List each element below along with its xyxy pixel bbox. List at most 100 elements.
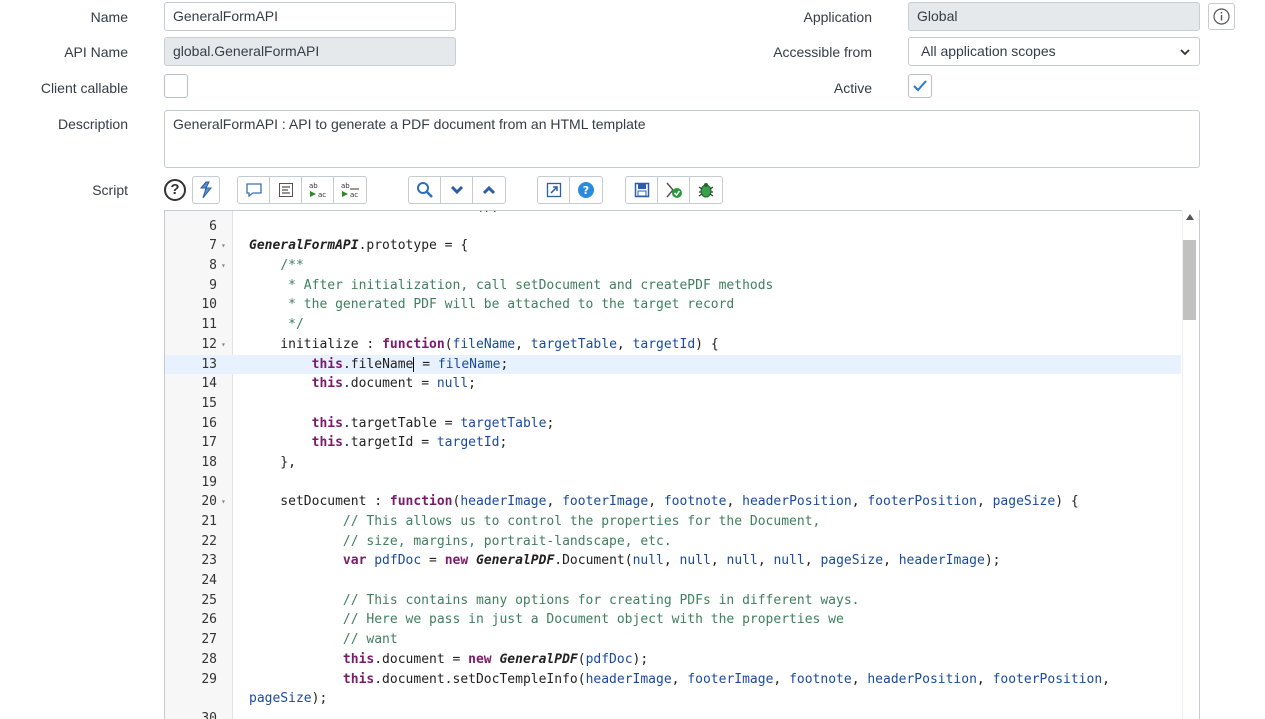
code-lines: 5 ();67▾GeneralFormAPI.prototype = {8▾ /… — [165, 211, 1181, 719]
search-button[interactable] — [409, 177, 441, 203]
api-name-label: API Name — [64, 44, 128, 60]
code-line[interactable]: 30 — [165, 709, 1181, 719]
description-label: Description — [57, 116, 128, 132]
line-number: 12 — [201, 336, 217, 352]
script-help-icon[interactable]: ? — [164, 179, 186, 201]
code-text: }, — [249, 454, 296, 470]
replace-icon: ab ac — [309, 182, 326, 199]
code-line[interactable]: 5 (); — [165, 211, 1181, 217]
code-text: (); — [249, 211, 499, 217]
line-number: 8 — [209, 258, 217, 274]
code-text: this.document.setDocTempleInfo(headerIma… — [342, 671, 1110, 687]
checkmark-icon — [913, 80, 927, 92]
fullscreen-icon — [546, 182, 561, 198]
line-number: 6 — [209, 218, 217, 234]
code-line[interactable]: 21 // This allows us to control the prop… — [165, 512, 1181, 532]
line-number: 23 — [201, 553, 217, 569]
code-line[interactable]: 19 — [165, 473, 1181, 493]
script-include-button[interactable] — [192, 176, 220, 204]
accessible-from-label: Accessible from — [773, 44, 872, 60]
find-previous-button[interactable] — [473, 177, 505, 203]
line-number: 20 — [201, 494, 217, 510]
code-text: this.document = null; — [311, 376, 476, 392]
svg-text:?: ? — [583, 184, 589, 197]
code-text: pageSize); — [249, 691, 328, 707]
code-line[interactable]: 28 this.document = new GeneralPDF(pdfDoc… — [165, 650, 1181, 670]
line-number: 9 — [209, 277, 217, 293]
save-button[interactable] — [626, 177, 658, 203]
fold-arrow-icon[interactable]: ▾ — [221, 256, 226, 276]
toggle-comment-button[interactable] — [238, 177, 270, 203]
code-text: /** — [280, 258, 304, 274]
client-callable-checkbox[interactable] — [164, 74, 188, 98]
application-label: Application — [803, 9, 873, 25]
line-number: 22 — [201, 533, 217, 549]
find-next-button[interactable] — [441, 177, 473, 203]
toolbar-group-search — [408, 176, 506, 204]
scrollbar-thumb[interactable] — [1183, 240, 1196, 320]
fullscreen-button[interactable] — [538, 177, 570, 203]
replace-all-icon: ab ac — [341, 182, 359, 199]
svg-text:ab: ab — [341, 182, 350, 190]
code-line[interactable]: 13 this.fileName = fileName; — [165, 354, 1181, 375]
code-line[interactable]: 12 ▾ initialize : function(fileName, targ… — [165, 335, 1181, 355]
scroll-up-arrow-icon[interactable] — [1186, 214, 1194, 220]
script-editor[interactable]: 5 ();67▾GeneralFormAPI.prototype = {8▾ /… — [164, 210, 1200, 719]
code-line[interactable]: 9 * After initialization, call setDocume… — [165, 276, 1181, 296]
replace-button[interactable]: ab ac — [302, 177, 334, 203]
save-icon — [634, 182, 649, 198]
active-checkbox[interactable] — [908, 74, 932, 98]
code-line[interactable]: 7 ▾ GeneralFormAPI.prototype = { — [165, 236, 1181, 256]
help-icon: ? — [578, 182, 594, 198]
line-number: 10 — [201, 297, 217, 313]
replace-all-button[interactable]: ab ac — [334, 177, 366, 203]
code-line[interactable]: 14 this.document = null; — [165, 374, 1181, 394]
code-line[interactable]: 20 ▾ setDocument : function(headerImage, … — [165, 492, 1181, 512]
code-text: setDocument : function(headerImage, foot… — [249, 494, 1079, 510]
debugger-button[interactable] — [690, 177, 722, 203]
line-number: 25 — [201, 592, 217, 608]
accessible-from-select[interactable]: All application scopes — [908, 37, 1200, 66]
code-text: initialize : function(fileName, targetTa… — [249, 336, 719, 352]
fold-arrow-icon[interactable]: ▾ — [221, 492, 226, 512]
code-line[interactable]: 11 */ — [165, 315, 1181, 335]
help-button[interactable]: ? — [570, 177, 602, 203]
line-number: 24 — [201, 573, 217, 589]
code-line[interactable]: 27 // want — [165, 630, 1181, 650]
script-check-icon — [665, 182, 682, 198]
line-number: 5 — [165, 211, 217, 217]
code-line[interactable]: 22 // size, margins, portrait-landscape,… — [165, 532, 1181, 552]
code-line[interactable]: 8 ▾ /** — [165, 256, 1181, 276]
code-line[interactable]: 6 — [165, 217, 1181, 237]
description-textarea[interactable]: GeneralFormAPI : API to generate a PDF d… — [164, 110, 1200, 168]
code-line[interactable]: 29 this.document.setDocTempleInfo(header… — [165, 670, 1181, 690]
code-line[interactable]: 17 this.targetId = targetId; — [165, 433, 1181, 453]
code-text: // size, margins, portrait-landscape, et… — [249, 533, 672, 549]
line-number: 19 — [201, 474, 217, 490]
format-code-button[interactable] — [270, 177, 302, 203]
info-button[interactable] — [1208, 3, 1235, 30]
code-line[interactable]: 16 this.targetTable = targetTable; — [165, 414, 1181, 434]
application-field: Global — [908, 2, 1200, 31]
code-line[interactable]: 18 }, — [165, 453, 1181, 473]
name-input[interactable]: GeneralFormAPI — [164, 2, 456, 31]
code-line[interactable]: 24 — [165, 571, 1181, 591]
code-text: this.targetTable = targetTable; — [311, 415, 555, 431]
code-line[interactable]: 10 * the generated PDF will be attached … — [165, 295, 1181, 315]
script-check-button[interactable] — [658, 177, 690, 203]
line-number: 21 — [201, 514, 217, 529]
code-line[interactable]: 26 // Here we pass in just a Document ob… — [165, 610, 1181, 630]
info-icon — [1213, 8, 1230, 25]
code-text: // This contains many options for creati… — [249, 592, 860, 608]
toolbar-group-actions — [625, 176, 723, 204]
line-number: 26 — [201, 612, 217, 628]
code-line[interactable]: 25 // This contains many options for cre… — [165, 591, 1181, 611]
code-line[interactable]: pageSize); — [165, 689, 1181, 709]
svg-text:ac: ac — [318, 191, 326, 199]
code-line[interactable]: 15 — [165, 394, 1181, 414]
toolbar-group-format: ab ac ab ac — [237, 176, 367, 204]
fold-arrow-icon[interactable]: ▾ — [221, 335, 226, 355]
toolbar-group-view: ? — [537, 176, 603, 204]
code-line[interactable]: 23 var pdfDoc = new GeneralPDF.Document(… — [165, 551, 1181, 571]
fold-arrow-icon[interactable]: ▾ — [221, 236, 226, 256]
